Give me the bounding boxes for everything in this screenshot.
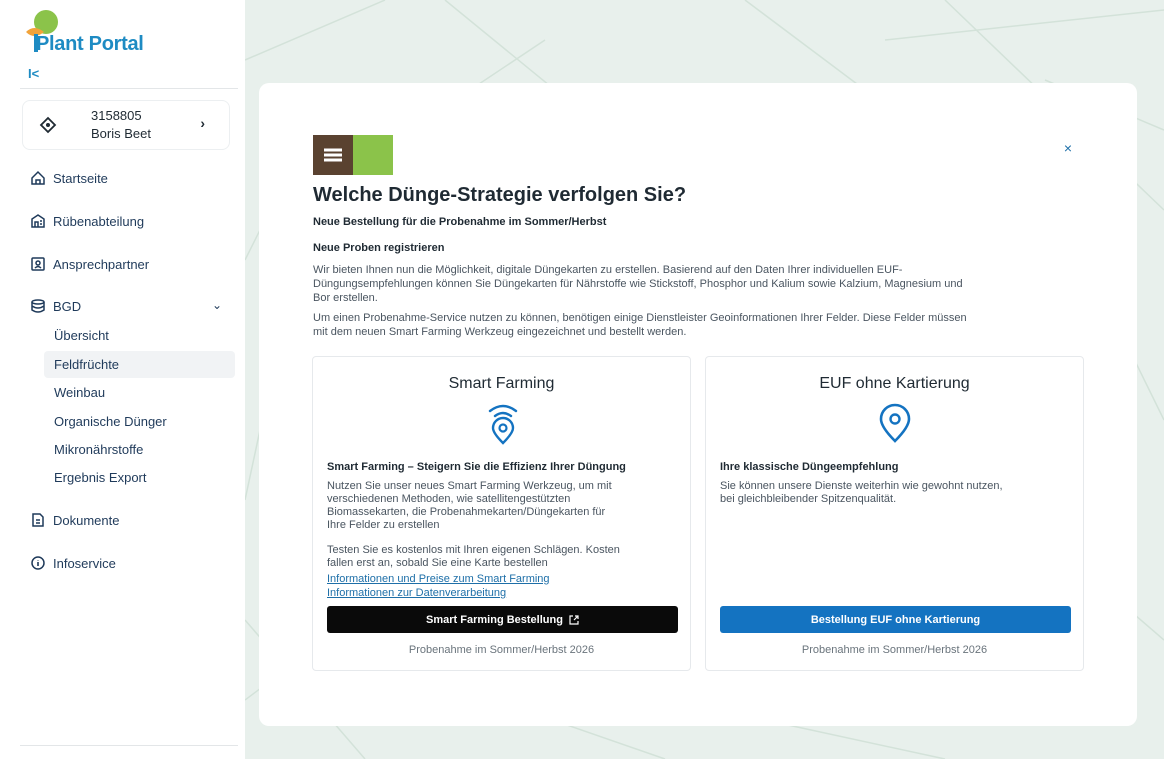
card-description: Nutzen Sie unser neues Smart Farming Wer…: [327, 480, 667, 532]
location-pin-icon: [879, 403, 911, 443]
card-line: verschiedenen Methoden, wie satellitenge…: [327, 493, 571, 505]
account-id: 3158805: [91, 108, 142, 123]
card-line: Sie können unsere Dienste weiterhin wie …: [720, 480, 1003, 492]
sidebar-item-weinbau[interactable]: Weinbau: [44, 379, 235, 406]
card-line: Testen Sie es kostenlos mit Ihren eigene…: [327, 544, 620, 556]
nav-dokumente[interactable]: Dokumente: [30, 512, 119, 528]
nav-label: Dokumente: [53, 512, 120, 528]
nav-label: Infoservice: [53, 555, 116, 571]
button-label: Smart Farming Bestellung: [426, 613, 563, 626]
account-name: Boris Beet: [91, 126, 151, 141]
close-icon[interactable]: ×: [1060, 140, 1076, 156]
section-heading: Neue Proben registrieren: [313, 242, 445, 254]
service-line: Um einen Probenahme-Service nutzen zu kö…: [313, 312, 967, 324]
nav-ruebenabteilung[interactable]: Rübenabteilung: [30, 213, 144, 229]
sidebar-item-feldfruechte[interactable]: Feldfrüchte: [44, 351, 235, 378]
card-line: Ihre Felder zu erstellen: [327, 519, 440, 531]
intro-line: Bor erstellen.: [313, 292, 378, 304]
card-cost-note: Testen Sie es kostenlos mit Ihren eigene…: [327, 544, 667, 570]
service-paragraph: Um einen Probenahme-Service nutzen zu kö…: [313, 311, 1083, 339]
sidebar-item-ergebnis-export[interactable]: Ergebnis Export: [44, 464, 235, 491]
nav-label: Ansprechpartner: [53, 256, 150, 272]
intro-paragraph: Wir bieten Ihnen nun die Möglichkeit, di…: [313, 263, 1083, 305]
card-smart-farming: Smart Farming Smart Farming – Steigern S…: [312, 356, 691, 671]
modal-subtitle: Neue Bestellung für die Probenahme im So…: [313, 216, 607, 228]
nav-label: Rübenabteilung: [53, 213, 145, 229]
divider: [20, 745, 238, 746]
building-icon: [31, 214, 45, 228]
card-line: fallen erst an, sobald Sie eine Karte be…: [327, 557, 548, 569]
nav-label: Startseite: [53, 170, 108, 186]
service-line: mit dem neuen Smart Farming Werkzeug ein…: [313, 326, 687, 338]
info-icon: [31, 556, 45, 570]
divider: [20, 88, 238, 89]
euf-order-button[interactable]: Bestellung EUF ohne Kartierung: [720, 606, 1071, 633]
intro-line: Wir bieten Ihnen nun die Möglichkeit, di…: [313, 264, 903, 276]
bgd-logo-mark: [313, 135, 353, 175]
nav-startseite[interactable]: Startseite: [30, 170, 108, 186]
sidebar-item-organische-duenger[interactable]: Organische Dünger: [44, 408, 235, 435]
smart-farming-order-button[interactable]: Smart Farming Bestellung: [327, 606, 678, 633]
intro-line: Düngungsempfehlungen können Sie Düngekar…: [313, 278, 963, 290]
card-heading: Smart Farming – Steigern Sie die Effizie…: [327, 461, 626, 473]
card-line: Nutzen Sie unser neues Smart Farming Wer…: [327, 480, 612, 492]
nav-infoservice[interactable]: Infoservice: [30, 555, 116, 571]
card-footer: Probenahme im Sommer/Herbst 2026: [801, 644, 988, 656]
modal-title: Welche Dünge-Strategie verfolgen Sie?: [313, 184, 687, 206]
sidebar-item-uebersicht[interactable]: Übersicht: [44, 322, 235, 349]
link-pricing-info[interactable]: Informationen und Preise zum Smart Farmi…: [327, 573, 550, 585]
card-euf: EUF ohne Kartierung Ihre klassische Düng…: [705, 356, 1084, 671]
collapse-icon[interactable]: I<: [28, 66, 39, 81]
chevron-down-icon[interactable]: ⌄: [212, 298, 222, 312]
card-line: bei gleichbleibender Spitzenqualität.: [720, 493, 897, 505]
card-description: Sie können unsere Dienste weiterhin wie …: [720, 480, 1060, 506]
nav-ansprechpartner[interactable]: Ansprechpartner: [30, 256, 149, 272]
brand-name: Plant Portal: [36, 33, 144, 55]
nav-label: BGD: [53, 298, 82, 314]
account-selector[interactable]: 3158805 Boris Beet ›: [22, 100, 230, 150]
card-line: Biomassekarten, die Probenahmekarten/Dün…: [327, 506, 606, 518]
bgd-logo: [313, 135, 393, 175]
bgd-logo-text: [353, 135, 393, 175]
nav-bgd[interactable]: BGD: [30, 298, 81, 314]
database-icon: [31, 299, 45, 313]
sidebar-item-mikronaehrstoffe[interactable]: Mikronährstoffe: [44, 436, 235, 463]
document-icon: [32, 513, 44, 527]
contact-icon: [31, 257, 45, 271]
external-link-icon: [569, 614, 579, 625]
chevron-right-icon: ›: [200, 115, 205, 131]
card-title: EUF ohne Kartierung: [819, 375, 970, 392]
card-heading: Ihre klassische Düngeempfehlung: [720, 461, 899, 473]
wifi-location-icon: [488, 404, 518, 445]
link-data-processing[interactable]: Informationen zur Datenverarbeitung: [327, 587, 506, 599]
tag-icon: [39, 116, 57, 134]
sidebar: Plant Portal I< 3158805 Boris Beet › Sta…: [0, 0, 245, 759]
card-footer: Probenahme im Sommer/Herbst 2026: [408, 644, 595, 656]
card-title: Smart Farming: [448, 375, 555, 392]
home-icon: [31, 170, 45, 185]
